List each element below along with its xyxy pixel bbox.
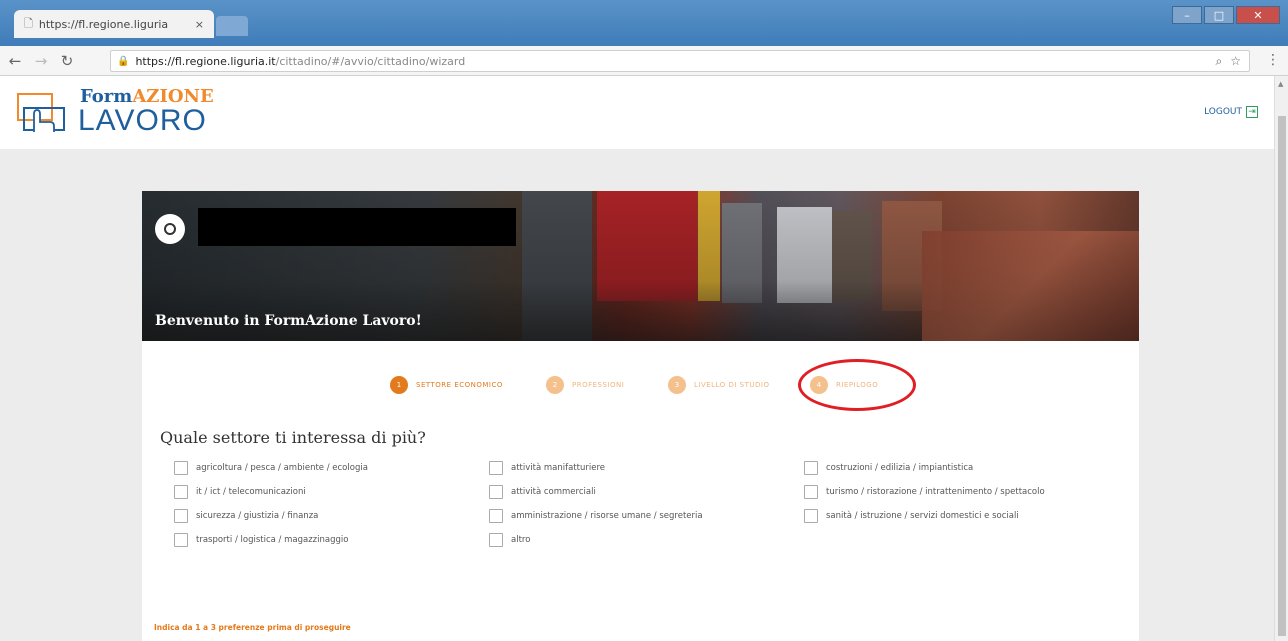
step-number: 2 [546, 376, 564, 394]
step-label: PROFESSIONI [572, 381, 625, 389]
option-it-ict[interactable]: it / ict / telecomunicazioni [174, 485, 306, 499]
checkbox[interactable] [174, 509, 188, 523]
url-path: /cittadino/#/avvio/cittadino/wizard [275, 54, 466, 68]
scroll-thumb[interactable] [1278, 116, 1286, 636]
page-content: FormAZIONE LAVORO LOGOUT ⇥ Benvenuto in … [0, 76, 1274, 641]
option-manifatturiere[interactable]: attività manifatturiere [489, 461, 605, 475]
lock-icon: 🔒 [117, 55, 130, 67]
checkbox[interactable] [489, 461, 503, 475]
checkbox[interactable] [804, 485, 818, 499]
welcome-heading: Benvenuto in FormAzione Lavoro! [155, 313, 422, 329]
logout-button[interactable]: LOGOUT ⇥ [1204, 106, 1258, 118]
option-amministrazione[interactable]: amministrazione / risorse umane / segret… [489, 509, 703, 523]
option-trasporti[interactable]: trasporti / logistica / magazzinaggio [174, 533, 348, 547]
hero-banner: Benvenuto in FormAzione Lavoro! [142, 191, 1139, 341]
redacted-username [198, 208, 516, 246]
option-turismo[interactable]: turismo / ristorazione / intrattenimento… [804, 485, 1045, 499]
logout-label: LOGOUT [1204, 107, 1242, 117]
new-tab-button[interactable] [216, 16, 248, 36]
address-bar[interactable]: 🔒 https://fl.regione.liguria.it/cittadin… [110, 50, 1250, 72]
logo-hand-icon [17, 93, 65, 132]
site-header: FormAZIONE LAVORO LOGOUT ⇥ [0, 76, 1274, 149]
forward-arrow-icon[interactable]: → [30, 52, 52, 70]
checkbox[interactable] [174, 485, 188, 499]
step-professioni[interactable]: 2 PROFESSIONI [546, 376, 624, 394]
red-highlight-circle [798, 359, 916, 411]
checkbox[interactable] [489, 509, 503, 523]
logout-icon: ⇥ [1246, 106, 1258, 118]
step-number: 3 [668, 376, 686, 394]
checkbox[interactable] [489, 533, 503, 547]
checkbox[interactable] [804, 509, 818, 523]
tab-title: https://fl.regione.liguria [38, 17, 169, 31]
option-commerciali[interactable]: attività commerciali [489, 485, 596, 499]
zoom-icon[interactable]: ⌕ [1216, 54, 1223, 69]
option-costruzioni[interactable]: costruzioni / edilizia / impiantistica [804, 461, 973, 475]
reload-icon[interactable]: ↻ [56, 52, 78, 70]
close-window-button[interactable]: ✕ [1236, 6, 1280, 24]
back-arrow-icon[interactable]: ← [4, 52, 26, 70]
window-controls: – □ ✕ [1172, 6, 1280, 24]
avatar[interactable] [155, 214, 185, 244]
option-agricoltura[interactable]: agricoltura / pesca / ambiente / ecologi… [174, 461, 368, 475]
selection-hint: Indica da 1 a 3 preferenze prima di pros… [154, 623, 351, 632]
checkbox[interactable] [174, 533, 188, 547]
step-livello-di-studio[interactable]: 3 LIVELLO DI STUDIO [668, 376, 769, 394]
page-scrollbar[interactable]: ▲ [1274, 76, 1288, 641]
page-icon: 🗋 [24, 16, 33, 30]
logo-text-bottom: LAVORO [78, 104, 207, 137]
browser-toolbar: ← → ↻ 🔒 https://fl.regione.liguria.it/ci… [0, 46, 1288, 76]
checkbox[interactable] [489, 485, 503, 499]
browser-titlebar: 🗋 https://fl.regione.liguria × – □ ✕ [0, 0, 1288, 46]
site-logo[interactable]: FormAZIONE LAVORO [16, 84, 216, 144]
maximize-button[interactable]: □ [1204, 6, 1234, 24]
option-altro[interactable]: altro [489, 533, 530, 547]
step-label: LIVELLO DI STUDIO [694, 381, 770, 389]
step-label: SETTORE ECONOMICO [416, 381, 503, 389]
wizard-card: Benvenuto in FormAzione Lavoro! 1 SETTOR… [142, 191, 1139, 641]
bookmark-star-icon[interactable]: ☆ [1230, 54, 1241, 69]
user-icon [164, 223, 176, 235]
browser-tab[interactable]: 🗋 https://fl.regione.liguria × [14, 10, 214, 38]
minimize-button[interactable]: – [1172, 6, 1202, 24]
checkbox[interactable] [174, 461, 188, 475]
step-settore-economico[interactable]: 1 SETTORE ECONOMICO [390, 376, 503, 394]
option-sicurezza[interactable]: sicurezza / giustizia / finanza [174, 509, 318, 523]
browser-menu-icon[interactable]: ⋮ [1266, 52, 1280, 68]
tab-close-icon[interactable]: × [195, 18, 204, 31]
option-sanita[interactable]: sanità / istruzione / servizi domestici … [804, 509, 1019, 523]
question-title: Quale settore ti interessa di più? [160, 428, 426, 447]
scroll-up-icon[interactable]: ▲ [1278, 80, 1283, 88]
step-number: 1 [390, 376, 408, 394]
checkbox[interactable] [804, 461, 818, 475]
url-host: https://fl.regione.liguria.it [135, 54, 276, 68]
